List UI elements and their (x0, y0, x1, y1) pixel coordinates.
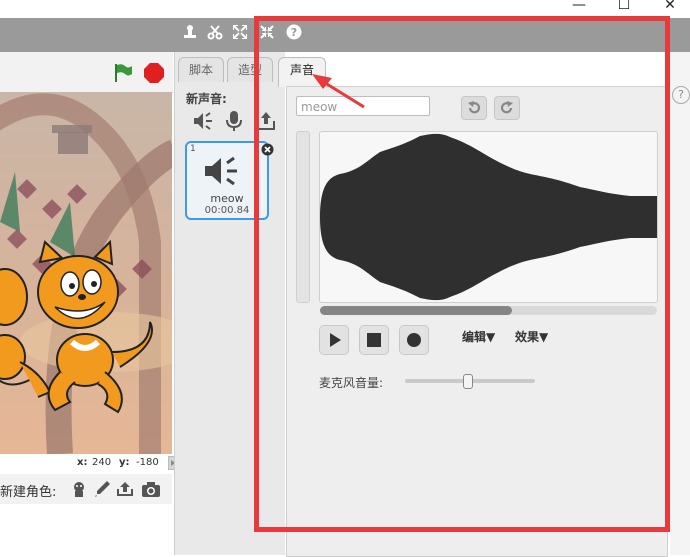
speaker-icon (203, 155, 243, 190)
upload-sprite-icon[interactable] (116, 480, 134, 501)
record-microphone-icon[interactable] (225, 110, 243, 135)
y-label: y: (119, 457, 130, 468)
close-button[interactable]: ✕ (656, 0, 684, 14)
mouse-coordinates: x: 240 y: -180 (0, 455, 172, 471)
sprite-library-icon[interactable] (70, 480, 88, 501)
x-label: x: (77, 457, 88, 468)
x-value: 240 (92, 457, 112, 468)
stage-header (0, 52, 173, 93)
maximize-button[interactable]: ☐ (610, 0, 638, 14)
stage-canvas[interactable] (0, 92, 172, 454)
tab-scripts[interactable]: 脚本 (178, 57, 224, 82)
green-flag-icon[interactable] (112, 62, 134, 87)
new-sprite-label: 新建角色: (0, 485, 57, 500)
sprite-list-area (0, 504, 172, 555)
grow-icon[interactable] (230, 24, 250, 44)
sound-library-icon[interactable] (192, 110, 214, 135)
right-panel-edge (670, 52, 690, 555)
new-sound-label: 新声音: (186, 92, 227, 106)
annotation-arrow (310, 72, 370, 115)
sound-index: 1 (190, 144, 196, 154)
help-tips-icon[interactable]: ? (672, 86, 690, 104)
y-value: -180 (136, 457, 159, 468)
stop-icon[interactable] (143, 62, 165, 87)
paint-brush-icon[interactable] (93, 480, 111, 501)
minimize-button[interactable]: — (565, 0, 593, 14)
stamp-icon[interactable] (180, 24, 200, 44)
sprite-toolbar: 新建角色: (0, 474, 172, 504)
cut-icon[interactable] (205, 24, 225, 44)
camera-icon[interactable] (141, 480, 161, 501)
